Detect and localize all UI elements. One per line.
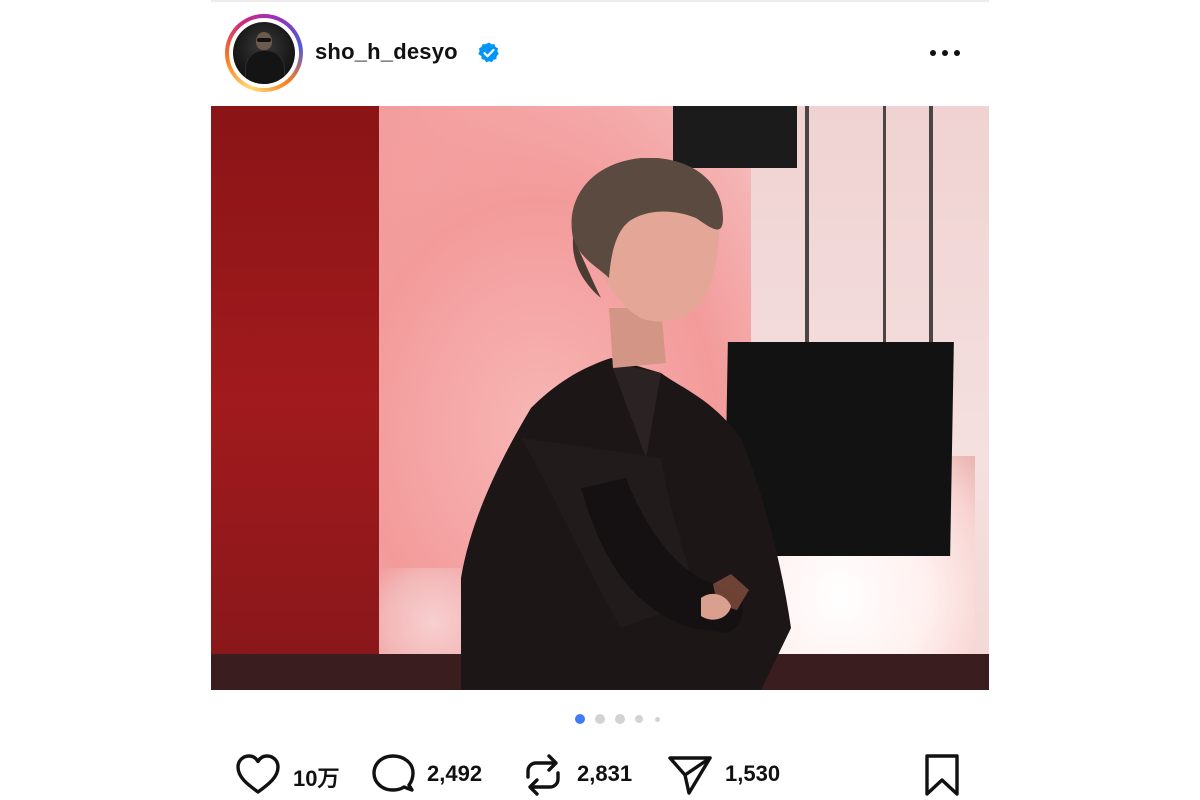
paper-plane-icon (668, 756, 712, 795)
carousel-indicator (211, 713, 989, 725)
comment-bubble-icon (372, 754, 415, 792)
share-count: 1,530 (725, 761, 781, 786)
post-header: sho_h_desyo (211, 0, 989, 106)
verified-badge-icon (478, 42, 499, 63)
carousel-dot (655, 716, 660, 722)
more-dot (954, 50, 960, 56)
avatar-figure-body (245, 50, 285, 84)
more-dot (942, 50, 948, 56)
comment-count: 2,492 (427, 761, 483, 786)
repost-icon (526, 754, 560, 796)
post-photo[interactable] (211, 106, 989, 690)
save-button[interactable] (923, 748, 963, 800)
post-card: sho_h_desyo 10万 2,492 2,831 1,530 (211, 0, 989, 800)
carousel-dot-active (575, 714, 585, 724)
red-backdrop (211, 106, 379, 690)
comment-button[interactable]: 2,492 (371, 748, 501, 800)
avatar[interactable] (233, 22, 295, 84)
repost-button[interactable]: 2,831 (523, 748, 653, 800)
person-figure (461, 158, 791, 690)
heart-icon (236, 754, 280, 794)
carousel-dot (595, 714, 605, 724)
action-bar: 10万 2,492 2,831 1,530 (211, 748, 989, 800)
bookmark-icon (925, 754, 959, 796)
more-options-icon[interactable] (923, 44, 967, 64)
carousel-dot (615, 714, 625, 724)
light-stand (883, 106, 886, 346)
carousel-dot (635, 715, 643, 723)
avatar-figure-sunglasses (257, 38, 271, 42)
like-count: 10万 (293, 766, 340, 791)
repost-count: 2,831 (577, 761, 633, 786)
light-stand (929, 106, 933, 342)
share-button[interactable]: 1,530 (667, 748, 807, 800)
like-button[interactable]: 10万 (235, 748, 345, 800)
username-link[interactable]: sho_h_desyo (315, 39, 458, 65)
more-dot (930, 50, 936, 56)
